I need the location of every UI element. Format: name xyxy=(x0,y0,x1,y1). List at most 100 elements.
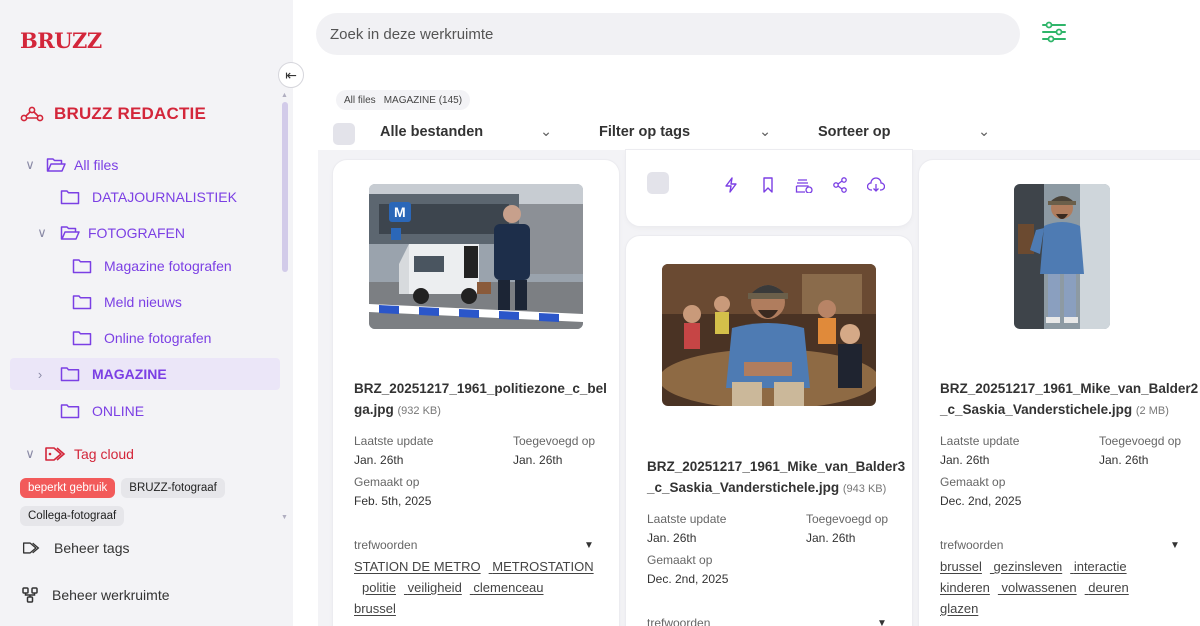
updated-value: Jan. 26th xyxy=(647,531,697,545)
search-placeholder: Zoek in deze werkruimte xyxy=(330,25,494,43)
manage-tags-label: Beheer tags xyxy=(54,540,130,556)
sort-dropdown[interactable]: Sorteer op ⌄ xyxy=(818,124,990,140)
lightning-icon[interactable] xyxy=(722,176,740,194)
select-all-checkbox[interactable] xyxy=(333,123,355,145)
share-icon[interactable] xyxy=(831,176,849,194)
bookmark-icon[interactable] xyxy=(759,176,777,194)
file-name[interactable]: BRZ_20251217_1961_Mike_van_Balder2 _c_Sa… xyxy=(940,378,1200,422)
tree-item-meld-nieuws[interactable]: Meld nieuws xyxy=(72,289,182,315)
tree-label: Meld nieuws xyxy=(104,294,182,310)
keyword-link[interactable]: interactie xyxy=(1074,559,1127,574)
scroll-down-icon[interactable]: ▼ xyxy=(281,514,288,521)
chevron-down-icon: ⌄ xyxy=(540,124,553,140)
add-to-collection-icon[interactable] xyxy=(795,176,813,194)
keyword-link[interactable]: gezinsleven xyxy=(994,559,1063,574)
updated-value: Jan. 26th xyxy=(354,453,404,467)
folder-icon xyxy=(60,404,80,419)
tag-chip[interactable]: BRUZZ-fotograaf xyxy=(121,478,225,498)
file-name[interactable]: BRZ_20251217_1961_politiezone_c_bel ga.j… xyxy=(354,378,607,422)
app-logo[interactable]: BRUZZ xyxy=(20,28,102,53)
workspace-selector[interactable]: BRUZZ REDACTIE xyxy=(20,104,206,124)
keyword-link[interactable]: kinderen xyxy=(940,580,990,595)
chevron-down-icon[interactable]: ∨ xyxy=(32,225,52,241)
keywords-list: brussel gezinsleven interactie kinderen … xyxy=(940,556,1192,619)
keywords-label: trefwoorden xyxy=(647,616,711,626)
file-name[interactable]: BRZ_20251217_1961_Mike_van_Balder3 _c_Sa… xyxy=(647,456,905,500)
all-files-dropdown-label: Alle bestanden xyxy=(380,124,484,140)
file-thumbnail[interactable]: M xyxy=(369,184,583,329)
file-card[interactable]: BRZ_20251217_1961_Mike_van_Balder3 _c_Sa… xyxy=(626,236,912,626)
keyword-link[interactable]: volwassenen xyxy=(1002,580,1077,595)
manage-tags-button[interactable]: Beheer tags xyxy=(22,540,130,556)
tree-item-magazine[interactable]: › MAGAZINE xyxy=(30,361,167,387)
download-icon[interactable] xyxy=(867,176,885,194)
tree-label: All files xyxy=(74,157,119,173)
tree-item-tag-cloud[interactable]: ∨ Tag cloud xyxy=(20,441,134,467)
file-size: (932 KB) xyxy=(397,405,441,417)
keyword-link[interactable]: glazen xyxy=(940,601,978,616)
keywords-label: trefwoorden xyxy=(940,538,1004,552)
keyword-link[interactable]: brussel xyxy=(940,559,982,574)
file-select-checkbox[interactable] xyxy=(647,172,669,194)
tree-label: Online fotografen xyxy=(104,330,212,346)
tree-item-datajournalistiek[interactable]: DATAJOURNALISTIEK xyxy=(60,184,237,210)
file-card[interactable]: M BRZ_20251217_1961_politiezone_c_bel ga… xyxy=(333,160,619,626)
search-input[interactable]: Zoek in deze werkruimte xyxy=(316,13,1020,55)
sidebar-scroll-thumb[interactable] xyxy=(282,102,288,272)
expand-keywords-icon[interactable]: ▼ xyxy=(1170,540,1180,551)
expand-keywords-icon[interactable]: ▼ xyxy=(877,618,887,626)
sort-dropdown-label: Sorteer op xyxy=(818,124,891,140)
updated-label: Laatste update xyxy=(940,434,1020,448)
keyword-link[interactable]: deuren xyxy=(1088,580,1128,595)
tree-item-fotografen[interactable]: ∨ FOTOGRAFEN xyxy=(32,220,185,246)
file-size: (2 MB) xyxy=(1135,405,1169,417)
police-photo-image: M xyxy=(369,184,583,329)
chevron-right-icon[interactable]: › xyxy=(30,367,50,382)
chevron-down-icon[interactable]: ∨ xyxy=(20,157,40,173)
updated-label: Laatste update xyxy=(647,512,727,526)
keyword-link[interactable]: METROSTATION xyxy=(492,559,593,574)
filter-tags-dropdown[interactable]: Filter op tags ⌄ xyxy=(599,124,771,140)
created-label: Gemaakt op xyxy=(940,475,1006,489)
tree-label: ONLINE xyxy=(92,403,145,419)
folder-icon xyxy=(60,367,80,382)
scroll-up-icon[interactable]: ▲ xyxy=(281,92,288,99)
tree-item-magazine-fotografen[interactable]: Magazine fotografen xyxy=(72,253,232,279)
file-name-line1: BRZ_20251217_1961_Mike_van_Balder3 xyxy=(647,459,906,474)
tree-item-online-fotografen[interactable]: Online fotografen xyxy=(72,325,211,351)
workspace-tree-icon xyxy=(22,587,38,603)
keyword-link[interactable]: politie xyxy=(362,580,396,595)
tag-chip[interactable]: Collega-fotograaf xyxy=(20,506,125,526)
collapse-sidebar-icon[interactable]: ⇤ xyxy=(278,62,304,88)
tag-chip[interactable]: beperkt gebruik xyxy=(20,478,116,498)
file-thumbnail[interactable] xyxy=(1014,184,1110,329)
breadcrumb: All files MAGAZINE (145) xyxy=(336,90,471,110)
keyword-link[interactable]: brussel xyxy=(354,601,396,616)
keyword-link[interactable]: clemenceau xyxy=(473,580,543,595)
tree-item-online[interactable]: ONLINE xyxy=(60,398,144,424)
all-files-dropdown[interactable]: Alle bestanden ⌄ xyxy=(380,124,552,140)
file-name-line1: BRZ_20251217_1961_Mike_van_Balder2 xyxy=(940,381,1199,396)
tree-label: Tag cloud xyxy=(74,446,134,462)
file-size: (943 KB) xyxy=(842,483,887,495)
filter-lines-icon[interactable] xyxy=(1040,20,1068,44)
chevron-down-icon: ⌄ xyxy=(978,124,991,140)
breadcrumb-root[interactable]: All files xyxy=(344,95,376,106)
expand-keywords-icon[interactable]: ▼ xyxy=(584,540,594,551)
file-card[interactable]: BRZ_20251217_1961_Mike_van_Balder2 _c_Sa… xyxy=(919,160,1200,626)
created-value: Dec. 2nd, 2025 xyxy=(647,572,729,586)
tag-cloud: beperkt gebruik BRUZZ-fotograaf Collega-… xyxy=(0,470,293,528)
tag-icon xyxy=(22,542,40,554)
updated-label: Laatste update xyxy=(354,434,434,448)
created-value: Feb. 5th, 2025 xyxy=(354,494,432,508)
tree-item-all-files[interactable]: ∨ All files xyxy=(20,152,118,178)
manage-workspace-button[interactable]: Beheer werkruimte xyxy=(22,587,170,603)
keywords-list: STATION DE METRO METROSTATION politie ve… xyxy=(354,556,606,619)
folder-open-icon xyxy=(60,226,80,240)
breadcrumb-current[interactable]: MAGAZINE (145) xyxy=(384,95,462,106)
updated-value: Jan. 26th xyxy=(940,453,990,467)
keyword-link[interactable]: STATION DE METRO xyxy=(354,559,481,574)
keyword-link[interactable]: veiligheid xyxy=(408,580,462,595)
chevron-down-icon[interactable]: ∨ xyxy=(20,446,40,462)
file-thumbnail[interactable] xyxy=(662,264,876,406)
